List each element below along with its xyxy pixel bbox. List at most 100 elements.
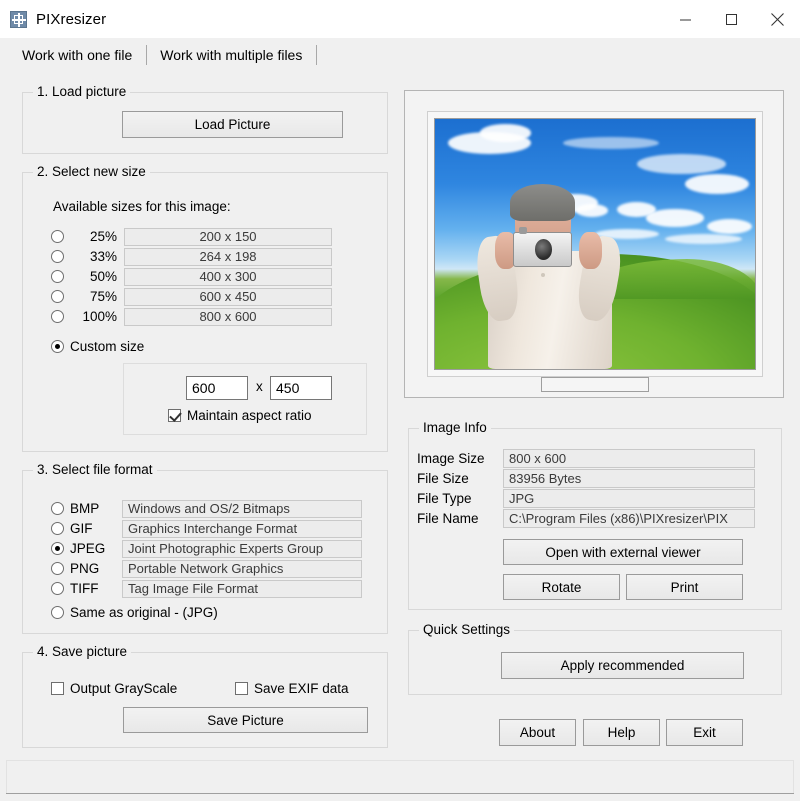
group-load-picture-title: 1. Load picture — [33, 84, 131, 99]
format-option-bmp[interactable]: BMP Windows and OS/2 Bitmaps — [51, 499, 371, 518]
size-option-50[interactable]: 50% 400 x 300 — [51, 267, 369, 286]
format-name-gif: GIF — [70, 521, 93, 536]
minimize-button[interactable] — [662, 0, 708, 38]
file-name-value: C:\Program Files (x86)\PIXresizer\PIX — [503, 509, 755, 528]
size-option-75[interactable]: 75% 600 x 450 — [51, 287, 369, 306]
group-image-info: Image Info Image Size 800 x 600 File Siz… — [408, 420, 782, 610]
help-button[interactable]: Help — [583, 719, 660, 746]
format-radio-bmp[interactable] — [51, 502, 64, 515]
exit-button[interactable]: Exit — [666, 719, 743, 746]
load-picture-button[interactable]: Load Picture — [122, 111, 343, 138]
maximize-button[interactable] — [708, 0, 754, 38]
format-option-png[interactable]: PNG Portable Network Graphics — [51, 559, 371, 578]
format-option-tiff[interactable]: TIFF Tag Image File Format — [51, 579, 371, 598]
close-button[interactable] — [754, 0, 800, 38]
size-option-25[interactable]: 25% 200 x 150 — [51, 227, 369, 246]
rotate-button-label: Rotate — [541, 579, 582, 595]
about-button[interactable]: About — [499, 719, 576, 746]
format-radio-tiff[interactable] — [51, 582, 64, 595]
group-quick-settings: Quick Settings Apply recommended — [408, 622, 782, 695]
window-bottom-rule — [6, 793, 794, 794]
open-with-external-viewer-button[interactable]: Open with external viewer — [503, 539, 743, 565]
preview-image — [434, 118, 756, 370]
save-exif-option[interactable]: Save EXIF data — [235, 681, 349, 696]
custom-width-input[interactable]: 600 — [186, 376, 248, 400]
output-grayscale-option[interactable]: Output GrayScale — [51, 681, 177, 696]
size-percent-label: 100% — [82, 309, 117, 324]
size-dimensions-50: 400 x 300 — [124, 267, 332, 286]
help-button-label: Help — [607, 725, 636, 740]
format-radio-jpeg[interactable] — [51, 542, 64, 555]
window-title: PIXresizer — [36, 10, 107, 28]
exit-button-label: Exit — [693, 725, 716, 740]
output-grayscale-checkbox[interactable] — [51, 682, 64, 695]
rotate-button[interactable]: Rotate — [503, 574, 620, 600]
group-select-file-format-title: 3. Select file format — [33, 462, 157, 477]
custom-height-input[interactable]: 450 — [270, 376, 332, 400]
size-radio-75[interactable] — [51, 290, 64, 303]
size-radio-50[interactable] — [51, 270, 64, 283]
group-quick-settings-title: Quick Settings — [419, 622, 515, 637]
camera-icon — [513, 227, 573, 268]
image-info-row-file-type: File Type JPG — [417, 489, 773, 508]
window-controls — [662, 0, 800, 38]
dimension-separator: x — [256, 379, 263, 394]
format-option-gif[interactable]: GIF Graphics Interchange Format — [51, 519, 371, 538]
size-radio-100[interactable] — [51, 310, 64, 323]
file-name-label: File Name — [417, 511, 479, 526]
tab-work-with-multiple-files[interactable]: Work with multiple files — [146, 42, 317, 68]
open-viewer-button-label: Open with external viewer — [545, 544, 701, 560]
group-save-picture: 4. Save picture Output GrayScale Save EX… — [22, 644, 388, 748]
size-percent-label: 25% — [89, 229, 117, 244]
save-picture-button[interactable]: Save Picture — [123, 707, 368, 733]
tab-work-with-one-file[interactable]: Work with one file — [8, 42, 147, 68]
apply-recommended-button[interactable]: Apply recommended — [501, 652, 744, 679]
file-size-value: 83956 Bytes — [503, 469, 755, 488]
pixresizer-window: PIXresizer Work with one file Work with … — [0, 0, 800, 801]
format-radio-png[interactable] — [51, 562, 64, 575]
group-save-picture-title: 4. Save picture — [33, 644, 132, 659]
image-info-row-file-size: File Size 83956 Bytes — [417, 469, 773, 488]
tab-strip-end — [316, 42, 326, 68]
size-dimensions-25: 200 x 150 — [124, 227, 332, 246]
save-exif-label: Save EXIF data — [254, 681, 349, 696]
image-size-value: 800 x 600 — [503, 449, 755, 468]
format-description-png: Portable Network Graphics — [122, 559, 362, 578]
size-radio-25[interactable] — [51, 230, 64, 243]
title-bar: PIXresizer — [0, 0, 800, 38]
custom-size-panel: 600 x 450 Maintain aspect ratio — [123, 363, 367, 435]
size-option-100[interactable]: 100% 800 x 600 — [51, 307, 369, 326]
size-option-33[interactable]: 33% 264 x 198 — [51, 247, 369, 266]
format-description-gif: Graphics Interchange Format — [122, 519, 362, 538]
preview-monitor-frame — [427, 111, 763, 392]
format-radio-same-as-original[interactable] — [51, 606, 64, 619]
maintain-aspect-ratio-label: Maintain aspect ratio — [187, 408, 312, 423]
image-info-row-image-size: Image Size 800 x 600 — [417, 449, 773, 468]
group-select-new-size: 2. Select new size Available sizes for t… — [22, 164, 388, 452]
available-sizes-label: Available sizes for this image: — [53, 199, 231, 214]
print-button-label: Print — [670, 579, 699, 595]
size-dimensions-100: 800 x 600 — [124, 307, 332, 326]
image-preview-panel[interactable] — [404, 90, 784, 398]
save-exif-checkbox[interactable] — [235, 682, 248, 695]
size-radio-33[interactable] — [51, 250, 64, 263]
format-option-jpeg[interactable]: JPEG Joint Photographic Experts Group — [51, 539, 371, 558]
file-type-value: JPG — [503, 489, 755, 508]
apply-recommended-button-label: Apply recommended — [560, 658, 685, 673]
tab-label: Work with multiple files — [160, 47, 303, 63]
group-select-file-format: 3. Select file format BMP Windows and OS… — [22, 462, 388, 634]
custom-size-option[interactable]: Custom size — [51, 339, 144, 354]
print-button[interactable]: Print — [626, 574, 743, 600]
output-grayscale-label: Output GrayScale — [70, 681, 178, 696]
save-picture-button-label: Save Picture — [207, 712, 284, 728]
maintain-aspect-ratio-option[interactable]: Maintain aspect ratio — [168, 408, 312, 423]
maintain-aspect-ratio-checkbox[interactable] — [168, 409, 181, 422]
format-radio-gif[interactable] — [51, 522, 64, 535]
size-percent-label: 33% — [89, 249, 117, 264]
custom-size-radio[interactable] — [51, 340, 64, 353]
format-option-same-as-original[interactable]: Same as original - (JPG) — [51, 605, 218, 620]
size-percent-label: 75% — [89, 289, 117, 304]
format-label-same-as-original: Same as original - (JPG) — [70, 605, 218, 620]
format-description-bmp: Windows and OS/2 Bitmaps — [122, 499, 362, 518]
size-dimensions-33: 264 x 198 — [124, 247, 332, 266]
